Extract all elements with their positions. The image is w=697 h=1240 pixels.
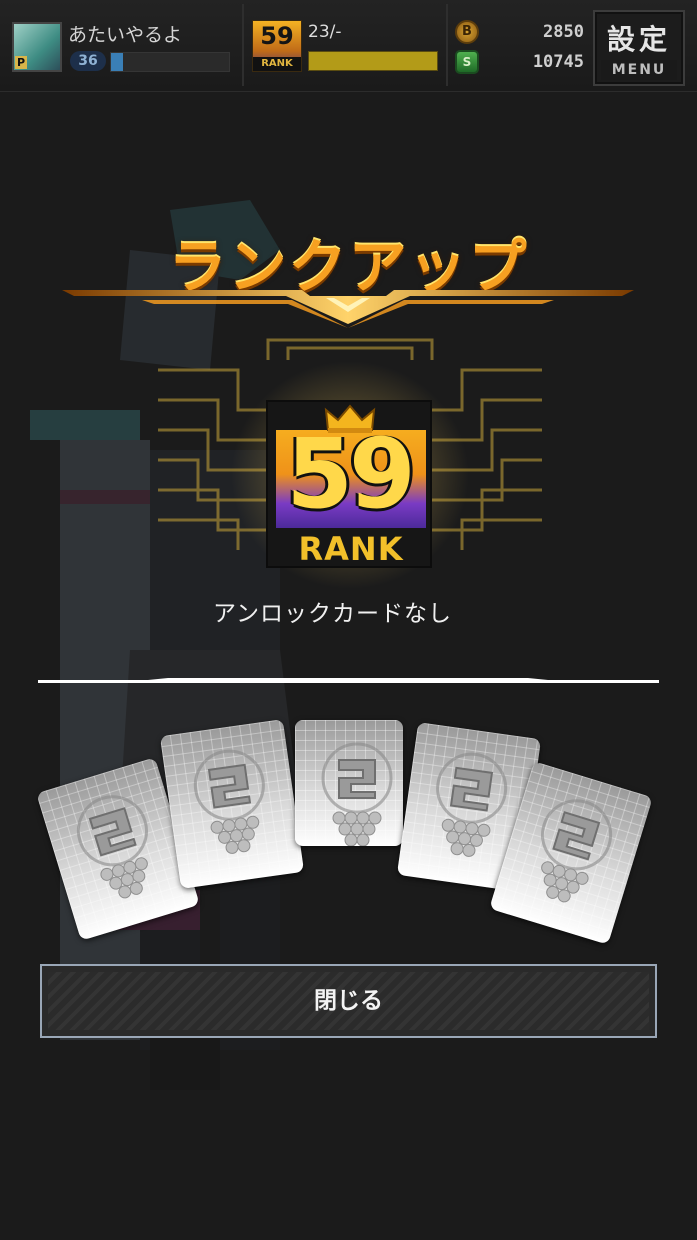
card-placeholder-icon xyxy=(193,749,265,854)
coin-count: 2850 xyxy=(543,22,584,42)
rank-label: RANK xyxy=(298,530,404,568)
status-bar: P あたいやるよ 36 59 RANK 23/- B 2850 S 10745 … xyxy=(0,0,697,92)
close-button-label: 閉じる xyxy=(314,988,383,1014)
avatar-badge: P xyxy=(15,56,28,69)
divider xyxy=(446,4,448,86)
rank-badge-icon: 59 RANK xyxy=(252,20,302,72)
card-placeholder-icon xyxy=(321,742,393,846)
player-name: あたいやるよ xyxy=(68,24,183,46)
player-level: 36 xyxy=(70,51,106,71)
menu-label: MENU xyxy=(601,60,677,80)
settings-label: 設定 xyxy=(606,23,671,56)
gem-icon: S xyxy=(455,50,479,74)
section-divider xyxy=(38,678,659,683)
exp-bar-fill xyxy=(111,53,123,71)
rank-progress-text: 23/- xyxy=(308,22,342,42)
rank-progress-fill xyxy=(309,52,437,70)
rank-label-small: RANK xyxy=(253,57,301,71)
divider xyxy=(242,4,244,86)
rank-progress-bar xyxy=(308,51,438,71)
close-button[interactable]: 閉じる xyxy=(40,964,657,1038)
gem-count: 10745 xyxy=(532,52,584,72)
exp-bar xyxy=(110,52,230,72)
rank-badge: 59 RANK xyxy=(266,400,432,568)
locked-card xyxy=(159,719,305,889)
settings-menu-button[interactable]: 設定 MENU xyxy=(593,10,685,86)
coin-icon: B xyxy=(455,20,479,44)
unlock-message: アンロックカードなし xyxy=(212,601,453,627)
player-avatar[interactable]: P xyxy=(12,22,62,72)
rank-number: 59 xyxy=(286,418,416,530)
rank-number-small: 59 xyxy=(260,22,294,50)
locked-card xyxy=(295,720,403,846)
title-wing-ornament xyxy=(62,290,634,328)
